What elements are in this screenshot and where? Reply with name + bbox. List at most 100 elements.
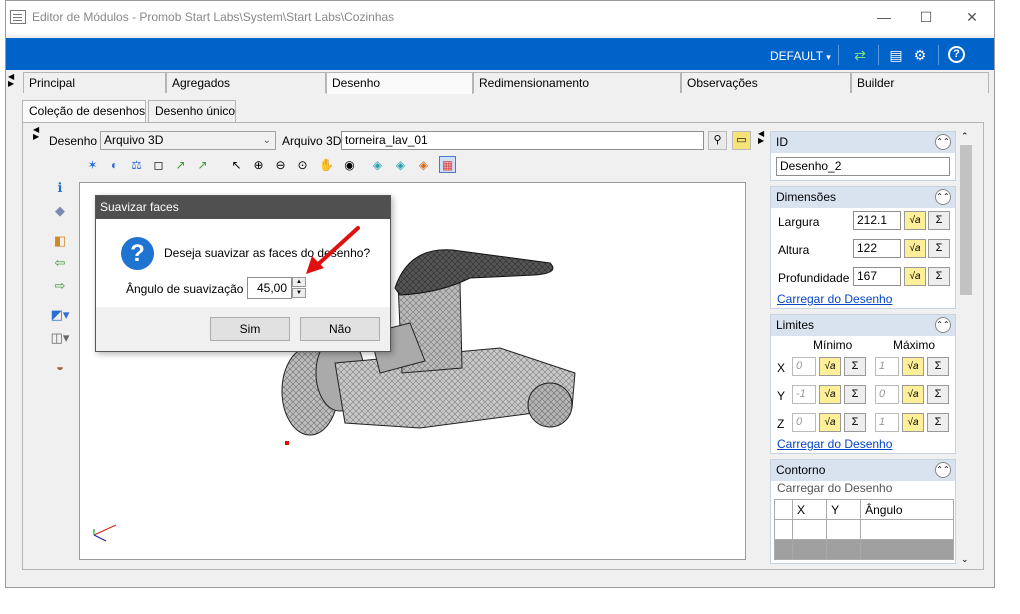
collapse-icon[interactable]: ⌃⌃ bbox=[935, 462, 951, 478]
folder-icon[interactable]: ▭ bbox=[732, 131, 751, 150]
minimize-button[interactable]: — bbox=[861, 4, 907, 30]
subtab-colecao[interactable]: Coleção de desenhos bbox=[22, 100, 146, 122]
smooth-faces-icon[interactable]: ▦ bbox=[439, 156, 456, 173]
arrow-right-icon[interactable]: ⇨ bbox=[50, 277, 70, 295]
binoculars-icon[interactable]: ⚲ bbox=[708, 131, 727, 150]
largura-input[interactable]: 212.1 bbox=[853, 211, 901, 230]
zoom-in-icon[interactable]: ⊕ bbox=[250, 157, 267, 174]
no-button[interactable]: Não bbox=[300, 317, 380, 341]
close-button[interactable]: ✕ bbox=[949, 4, 995, 30]
table-row[interactable] bbox=[774, 539, 954, 560]
formula-icon[interactable]: √a bbox=[904, 267, 926, 286]
right-scrollbar[interactable]: ⌃ ⌄ bbox=[958, 131, 974, 565]
dialog-title: Suavizar faces bbox=[96, 196, 390, 219]
maximize-button[interactable]: ☐ bbox=[903, 4, 949, 30]
carregar-desenho-link[interactable]: Carregar do Desenho bbox=[777, 437, 892, 451]
export-dxf-icon[interactable]: ↗ bbox=[172, 157, 189, 174]
info-icon[interactable]: ℹ bbox=[50, 179, 70, 197]
formula-icon[interactable]: √a bbox=[819, 413, 841, 432]
axis-x-label: X bbox=[777, 361, 786, 375]
formula-icon[interactable]: √a bbox=[902, 357, 924, 376]
refresh-icon[interactable]: ⇄ bbox=[851, 46, 869, 64]
y-max-input[interactable]: 0 bbox=[875, 385, 899, 404]
sigma-icon[interactable]: Σ bbox=[927, 357, 949, 376]
sigma-icon[interactable]: Σ bbox=[927, 385, 949, 404]
angle-input[interactable]: 45,00 bbox=[247, 277, 292, 299]
sigma-icon[interactable]: Σ bbox=[928, 239, 950, 258]
angle-down-button[interactable]: ▼ bbox=[292, 288, 306, 298]
export-mob-icon[interactable]: ↗ bbox=[194, 157, 211, 174]
sphere-icon[interactable]: ◐ bbox=[106, 157, 123, 174]
tab-principal[interactable]: Principal bbox=[23, 72, 166, 93]
column-header-angulo: Ângulo bbox=[860, 499, 954, 520]
scroll-thumb[interactable] bbox=[960, 145, 972, 295]
add-part-icon[interactable]: ◧ bbox=[50, 232, 70, 250]
subtab-desenho-unico[interactable]: Desenho único bbox=[148, 100, 236, 122]
collapse-icon[interactable]: ⌃⌃ bbox=[935, 189, 951, 205]
profile-dropdown[interactable]: DEFAULT ▾ bbox=[770, 49, 831, 63]
y-min-input[interactable]: -1 bbox=[792, 385, 816, 404]
angle-label: Ângulo de suavização bbox=[126, 282, 244, 296]
cube-outline-icon[interactable]: ◻ bbox=[150, 157, 167, 174]
sigma-icon[interactable]: Σ bbox=[927, 413, 949, 432]
carregar-desenho-link[interactable]: Carregar do Desenho bbox=[777, 292, 892, 306]
scroll-up-icon[interactable]: ⌃ bbox=[961, 131, 969, 142]
help-icon[interactable]: ? bbox=[948, 46, 965, 63]
pan-hand-icon[interactable]: ✋ bbox=[318, 157, 335, 174]
sigma-icon[interactable]: Σ bbox=[844, 385, 866, 404]
arrow-left-icon[interactable]: ⇦ bbox=[50, 254, 70, 272]
id-input[interactable]: Desenho_2 bbox=[776, 157, 950, 176]
collapse-arrows-icon[interactable]: ◀ ▶ bbox=[758, 130, 764, 145]
tab-builder[interactable]: Builder bbox=[851, 72, 989, 93]
scroll-down-icon[interactable]: ⌄ bbox=[961, 554, 969, 565]
profundidade-input[interactable]: 167 bbox=[853, 267, 901, 286]
tab-redimensionamento[interactable]: Redimensionamento bbox=[473, 72, 681, 93]
wire-cube-icon[interactable]: ◈ bbox=[415, 157, 432, 174]
textured-cube-icon[interactable]: ◈ bbox=[392, 157, 409, 174]
formula-icon[interactable]: √a bbox=[819, 385, 841, 404]
arquivo-field[interactable]: torneira_lav_01 bbox=[341, 131, 704, 150]
zoom-out-icon[interactable]: ⊖ bbox=[272, 157, 289, 174]
axis-y-label: Y bbox=[777, 389, 786, 403]
toolbar-separator bbox=[938, 45, 939, 65]
formula-icon[interactable]: √a bbox=[819, 357, 841, 376]
gear-icon[interactable]: ⚙ bbox=[911, 46, 929, 64]
sigma-icon[interactable]: Σ bbox=[928, 267, 950, 286]
tab-desenho[interactable]: Desenho bbox=[326, 72, 473, 94]
sigma-icon[interactable]: Σ bbox=[928, 211, 950, 230]
formula-icon[interactable]: √a bbox=[902, 385, 924, 404]
largura-label: Largura bbox=[778, 215, 820, 229]
z-max-input[interactable]: 1 bbox=[875, 413, 899, 432]
tab-agregados[interactable]: Agregados bbox=[166, 72, 326, 93]
shaded-cube-icon[interactable]: ◈ bbox=[369, 157, 386, 174]
box-dropdown-icon[interactable]: ◫▾ bbox=[50, 329, 70, 347]
cube-light-icon[interactable]: ✶ bbox=[84, 157, 101, 174]
view-cube-dropdown-icon[interactable]: ◩▾ bbox=[50, 306, 70, 324]
axis-z-label: Z bbox=[777, 417, 785, 431]
collapse-arrows-icon[interactable]: ◀ ▶ bbox=[33, 126, 39, 141]
sigma-icon[interactable]: Σ bbox=[844, 357, 866, 376]
formula-icon[interactable]: √a bbox=[904, 239, 926, 258]
tab-observacoes[interactable]: Observações bbox=[681, 72, 851, 93]
zoom-fit-icon[interactable]: ⊙ bbox=[294, 157, 311, 174]
sigma-icon[interactable]: Σ bbox=[844, 413, 866, 432]
layers-icon[interactable]: ◆ bbox=[50, 202, 70, 220]
altura-input[interactable]: 122 bbox=[853, 239, 901, 258]
column-header-x: X bbox=[791, 499, 828, 520]
yes-button[interactable]: Sim bbox=[210, 317, 290, 341]
desenho-select[interactable]: Arquivo 3D ⌄ bbox=[100, 131, 276, 150]
table-row[interactable] bbox=[774, 519, 954, 540]
z-min-input[interactable]: 0 bbox=[792, 413, 816, 432]
list-icon[interactable]: ▤ bbox=[887, 46, 905, 64]
scale-icon[interactable]: ⚖ bbox=[128, 157, 145, 174]
x-max-input[interactable]: 1 bbox=[875, 357, 899, 376]
formula-icon[interactable]: √a bbox=[904, 211, 926, 230]
collapse-icon[interactable]: ⌃⌃ bbox=[935, 317, 951, 333]
x-min-input[interactable]: 0 bbox=[792, 357, 816, 376]
formula-icon[interactable]: √a bbox=[902, 413, 924, 432]
pointer-icon[interactable]: ↖ bbox=[228, 157, 245, 174]
collapse-icon[interactable]: ⌃⌃ bbox=[935, 134, 951, 150]
material-icon[interactable]: ◒ bbox=[50, 358, 70, 376]
profundidade-label: Profundidade bbox=[778, 271, 850, 285]
eye-icon[interactable]: ◉ bbox=[341, 157, 358, 174]
